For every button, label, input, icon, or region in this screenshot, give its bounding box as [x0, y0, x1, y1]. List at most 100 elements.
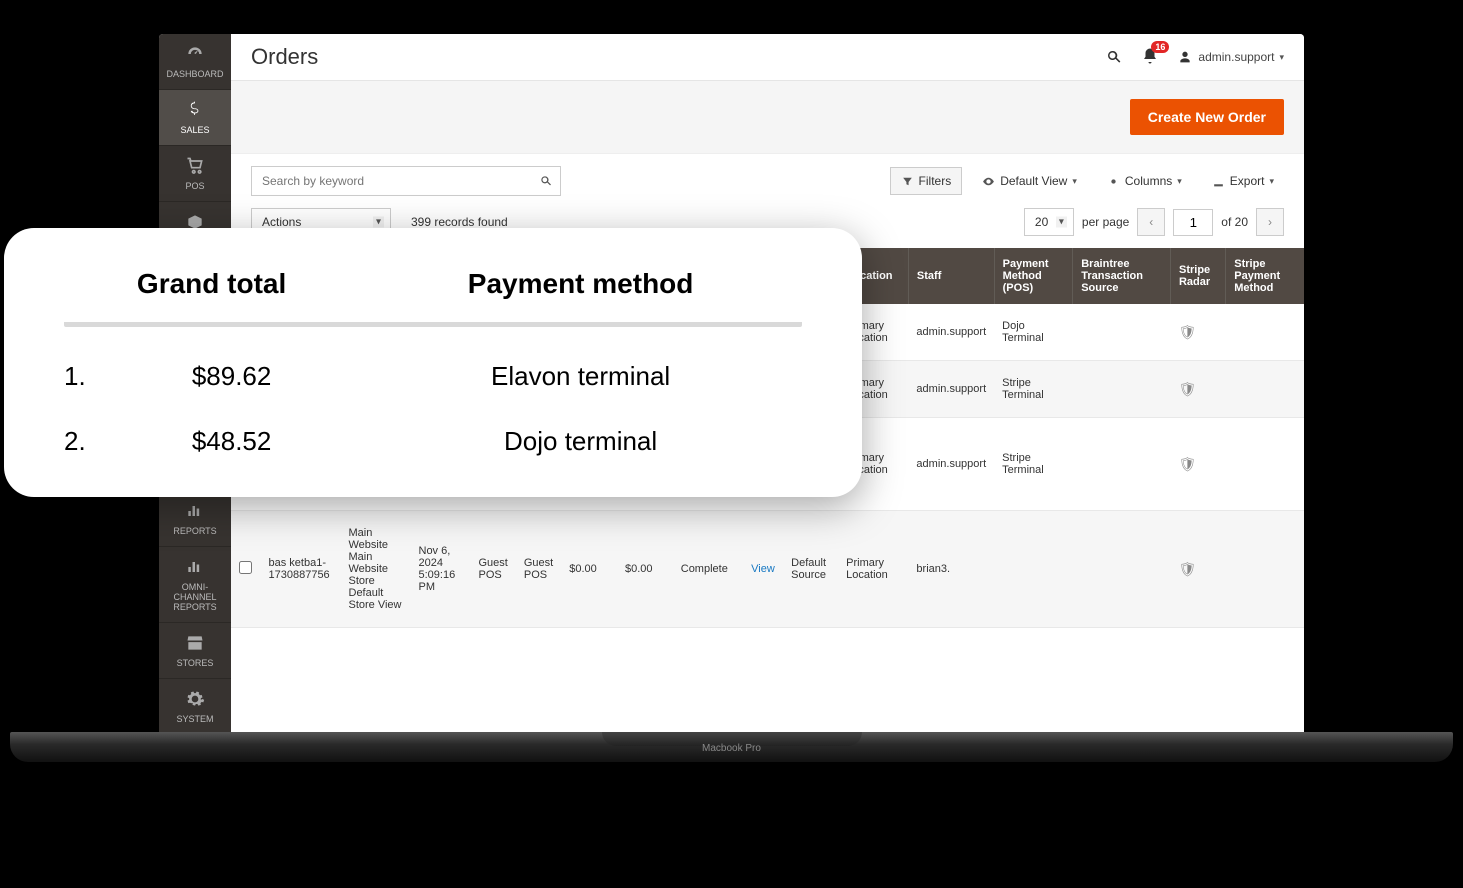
cell-action[interactable]: View	[743, 511, 783, 628]
overlay-total: $48.52	[104, 426, 359, 457]
page-size-select[interactable]: 20	[1024, 208, 1074, 236]
bars-icon	[185, 557, 205, 577]
notifications-icon[interactable]: 16	[1141, 47, 1159, 68]
export-icon	[1212, 175, 1225, 188]
summary-overlay: Grand total Payment method 1. $89.62 Ela…	[4, 228, 862, 497]
cell-radar: 🛡	[1170, 511, 1225, 628]
cell-radar: 🛡	[1170, 304, 1225, 361]
col-stripe-pm[interactable]: Stripe Payment Method	[1226, 248, 1304, 304]
table-row[interactable]: bas ketba1-1730887756 Main Website Main …	[231, 511, 1304, 628]
row-checkbox[interactable]	[231, 511, 261, 628]
cell-pm: Dojo Terminal	[994, 304, 1073, 361]
columns-label: Columns	[1125, 174, 1172, 188]
laptop-label: Macbook Pro	[0, 743, 1463, 754]
cell-id: bas ketba1-1730887756	[261, 511, 341, 628]
search-icon[interactable]	[539, 174, 553, 188]
prev-page-button[interactable]: ‹	[1137, 208, 1165, 236]
search-input[interactable]	[251, 166, 561, 196]
page-total: of 20	[1221, 215, 1248, 229]
default-view-label: Default View	[1000, 174, 1067, 188]
cell-bt	[1073, 418, 1171, 511]
overlay-method: Dojo terminal	[359, 426, 802, 457]
cell-bt	[1073, 304, 1171, 361]
topbar: Orders 16 admin.support ▾	[231, 34, 1304, 81]
overlay-total: $89.62	[104, 361, 359, 392]
gauge-icon	[185, 44, 205, 64]
nav-label: REPORTS	[173, 526, 216, 536]
overlay-method: Elavon terminal	[359, 361, 802, 392]
nav-label: POS	[185, 181, 204, 191]
gear-icon	[185, 689, 205, 709]
cell-spm	[1226, 418, 1304, 511]
default-view-button[interactable]: Default View ▾	[972, 168, 1087, 194]
filters-button[interactable]: Filters	[890, 167, 963, 195]
nav-sales[interactable]: SALES	[159, 90, 231, 146]
records-found: 399 records found	[411, 215, 508, 229]
col-stripe-radar[interactable]: Stripe Radar	[1170, 248, 1225, 304]
export-button[interactable]: Export ▾	[1202, 168, 1284, 194]
dollar-icon	[185, 100, 205, 120]
cell-staff: admin.support	[908, 418, 994, 511]
nav-label: SALES	[180, 125, 209, 135]
cell-date: Nov 6, 2024 5:09:16 PM	[411, 511, 471, 628]
cell-base: $0.00	[561, 511, 617, 628]
cell-pm: Stripe Terminal	[994, 418, 1073, 511]
cell-staff: admin.support	[908, 304, 994, 361]
nav-system[interactable]: SYSTEM	[159, 679, 231, 735]
cell-staff: brian3.	[908, 511, 994, 628]
col-braintree[interactable]: Braintree Transaction Source	[1073, 248, 1171, 304]
nav-omni-reports[interactable]: OMNI-CHANNEL REPORTS	[159, 547, 231, 623]
cell-radar: 🛡	[1170, 361, 1225, 418]
cell-purchase-point: Main Website Main Website Store Default …	[341, 511, 411, 628]
cell-spm	[1226, 511, 1304, 628]
cell-pm: Stripe Terminal	[994, 361, 1073, 418]
action-bar: Create New Order	[231, 81, 1304, 154]
nav-dashboard[interactable]: DASHBOARD	[159, 34, 231, 90]
funnel-icon	[901, 175, 914, 188]
shield-icon: 🛡	[1178, 381, 1196, 397]
overlay-header-total: Grand total	[64, 268, 359, 300]
cell-pm	[994, 511, 1073, 628]
cell-source: Default Source	[783, 511, 838, 628]
caret-down-icon: ▾	[1279, 52, 1284, 63]
bars-icon	[185, 501, 205, 521]
cell-spm	[1226, 304, 1304, 361]
nav-reports[interactable]: REPORTS	[159, 491, 231, 547]
current-page-input[interactable]	[1173, 209, 1213, 236]
nav-pos[interactable]: POS	[159, 146, 231, 202]
user-icon	[1177, 49, 1193, 65]
nav-label: STORES	[177, 658, 214, 668]
cell-bt	[1073, 511, 1171, 628]
cell-bt	[1073, 361, 1171, 418]
cell-staff: admin.support	[908, 361, 994, 418]
cell-location: Primary Location	[838, 511, 908, 628]
cell-spm	[1226, 361, 1304, 418]
user-menu[interactable]: admin.support ▾	[1177, 49, 1284, 65]
cell-radar: 🛡	[1170, 418, 1225, 511]
store-icon	[185, 633, 205, 653]
overlay-index: 1.	[64, 361, 104, 392]
shield-icon: 🛡	[1178, 561, 1196, 577]
grid-toolbar: Filters Default View ▾ Columns ▾ Ex	[231, 154, 1304, 202]
columns-button[interactable]: Columns ▾	[1097, 168, 1192, 194]
overlay-header-method: Payment method	[359, 268, 802, 300]
gear-icon	[1107, 175, 1120, 188]
search-icon[interactable]	[1105, 48, 1123, 66]
overlay-row: 1. $89.62 Elavon terminal	[64, 361, 802, 392]
overlay-row: 2. $48.52 Dojo terminal	[64, 426, 802, 457]
next-page-button[interactable]: ›	[1256, 208, 1284, 236]
nav-label: SYSTEM	[176, 714, 213, 724]
col-payment-method[interactable]: Payment Method (POS)	[994, 248, 1073, 304]
col-staff[interactable]: Staff	[908, 248, 994, 304]
eye-icon	[982, 175, 995, 188]
cell-status: Complete	[673, 511, 743, 628]
user-name: admin.support	[1198, 50, 1274, 64]
per-page-label: per page	[1082, 215, 1129, 229]
nav-stores[interactable]: STORES	[159, 623, 231, 679]
notification-count: 16	[1151, 41, 1169, 53]
create-new-order-button[interactable]: Create New Order	[1130, 99, 1284, 135]
nav-label: OMNI-CHANNEL REPORTS	[161, 582, 229, 612]
nav-label: DASHBOARD	[166, 69, 223, 79]
overlay-index: 2.	[64, 426, 104, 457]
cell-ship: Guest POS	[516, 511, 561, 628]
